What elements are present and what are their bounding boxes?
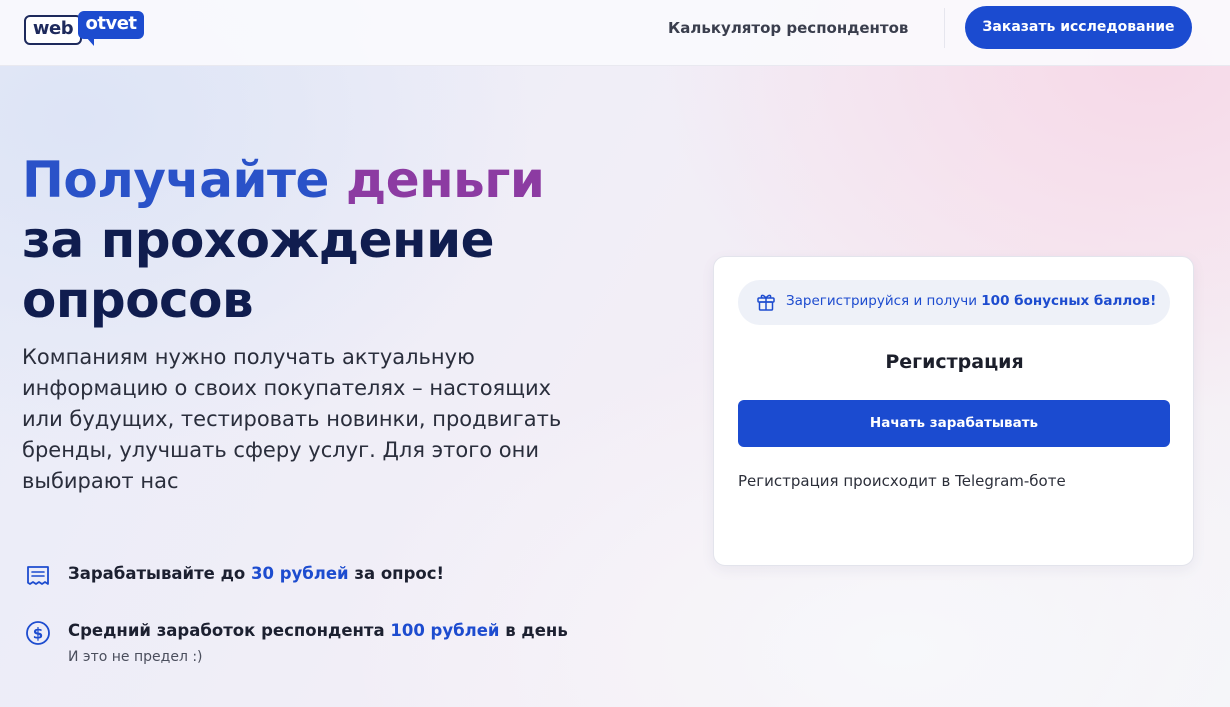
logo-web-text: web xyxy=(24,15,82,45)
registration-card: Зарегистрируйся и получи 100 бонусных ба… xyxy=(713,256,1194,566)
title-word-money: деньги xyxy=(345,151,545,209)
page-title: Получайте деньги за прохождение опросов xyxy=(22,150,662,330)
logo-bubble-tail xyxy=(86,37,94,46)
svg-text:$: $ xyxy=(33,625,43,643)
title-line-3: опросов xyxy=(22,271,254,329)
feature-per-survey-text: Зарабатывайте до 30 рублей за опрос! xyxy=(68,564,444,583)
receipt-icon xyxy=(27,566,49,585)
feature-highlight: 100 рублей xyxy=(390,621,500,640)
feature-daily-earning-text: Средний заработок респондента 100 рублей… xyxy=(68,621,568,640)
gift-icon xyxy=(757,294,775,311)
title-line-1: Получайте деньги xyxy=(22,150,662,210)
hero-description: Компаниям нужно получать актуальную инфо… xyxy=(22,345,562,493)
feature-text-before: Средний заработок респондента xyxy=(68,621,391,640)
registration-title: Регистрация xyxy=(885,351,1024,373)
logo-otvet-text: otvet xyxy=(78,11,144,39)
promo-text-bold: 100 бонусных баллов! xyxy=(981,293,1157,309)
feature-highlight: 30 рублей xyxy=(250,564,349,583)
bonus-promo-badge: Зарегистрируйся и получи 100 бонусных ба… xyxy=(738,280,1170,325)
title-line-2: за прохождение xyxy=(22,211,495,269)
feature-subtext: И это не предел :) xyxy=(68,649,203,665)
order-research-button[interactable]: Заказать исследование xyxy=(965,6,1192,49)
dollar-coin-icon: $ xyxy=(26,621,50,645)
title-word-get: Получайте xyxy=(22,151,329,209)
nav-divider xyxy=(944,8,945,48)
feature-text-after: за опрос! xyxy=(348,564,445,583)
registration-telegram-note: Регистрация происходит в Telegram-боте xyxy=(738,472,1066,490)
respondents-calculator-link[interactable]: Калькулятор респондентов xyxy=(668,17,908,39)
bonus-promo-text: Зарегистрируйся и получи 100 бонусных ба… xyxy=(786,293,1156,309)
feature-text-after: в день xyxy=(499,621,568,640)
site-header: web otvet Калькулятор респондентов Заказ… xyxy=(0,0,1230,66)
logo[interactable]: web otvet xyxy=(24,9,146,49)
feature-text-before: Зарабатывайте до xyxy=(68,564,251,583)
promo-text-before: Зарегистрируйся и получи xyxy=(786,293,982,309)
start-earning-button[interactable]: Начать зарабатывать xyxy=(738,400,1170,447)
